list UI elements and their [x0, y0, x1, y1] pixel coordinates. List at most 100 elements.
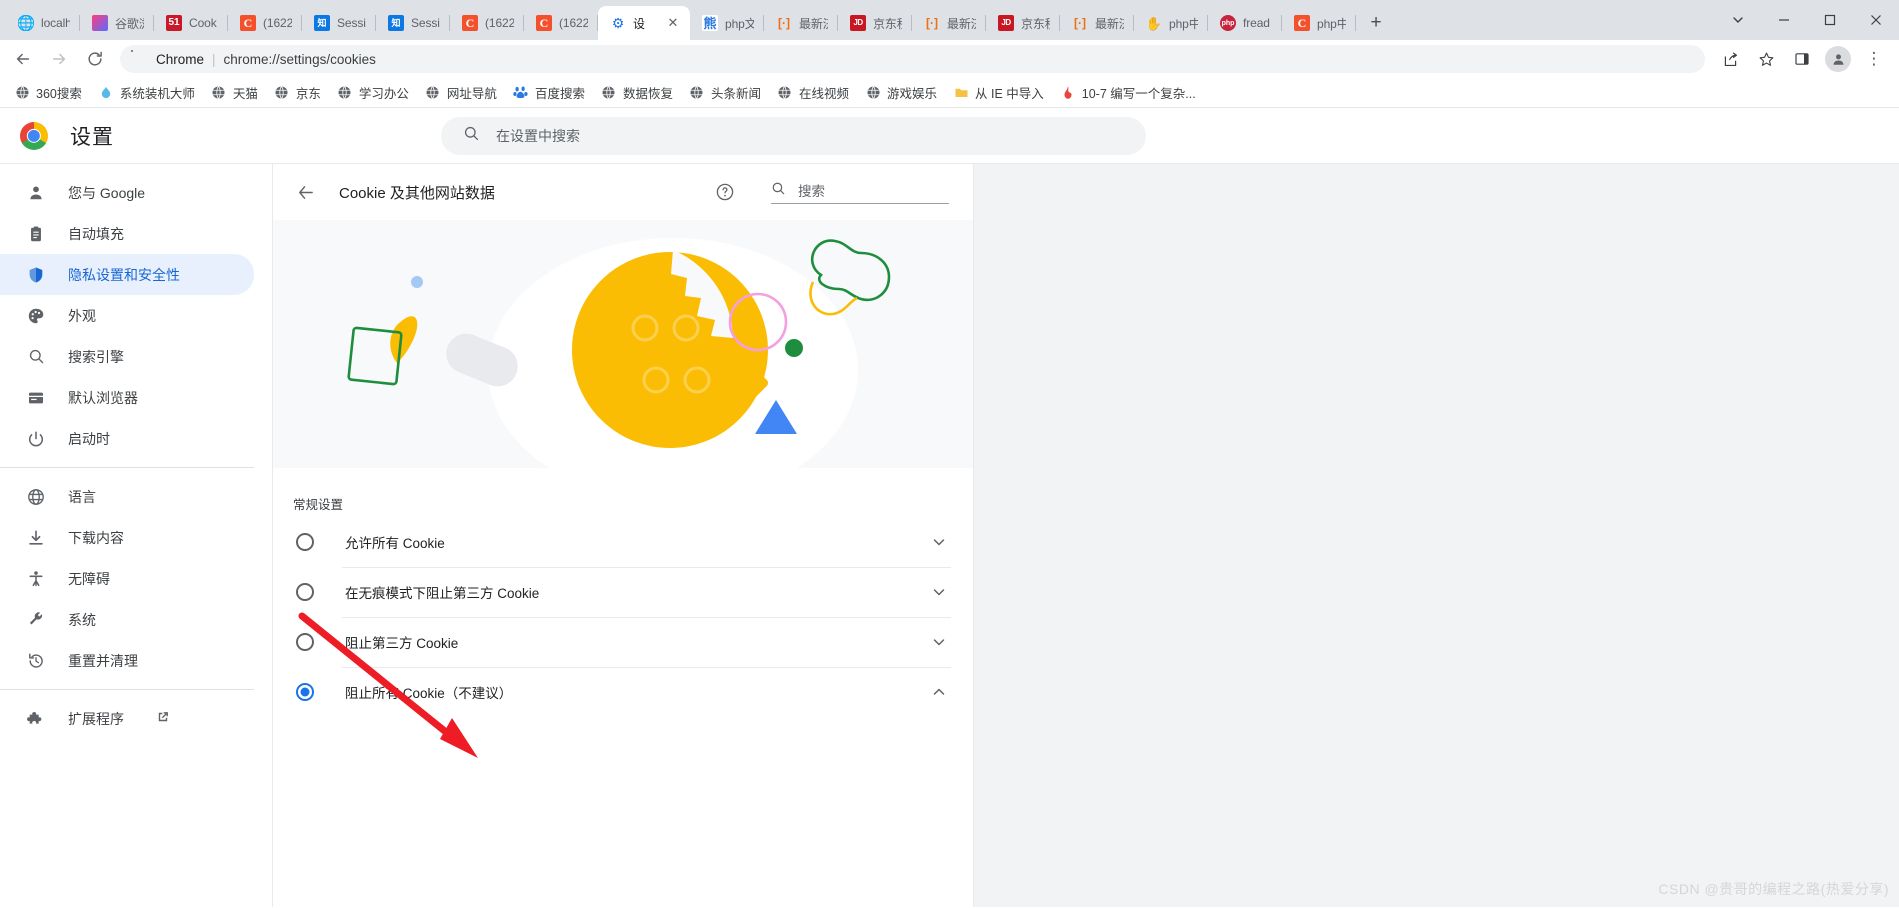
browser-tab[interactable]: ✋ php中	[1134, 6, 1208, 40]
tab-title: 谷歌浏	[115, 16, 144, 31]
sidebar-item[interactable]: 外观	[0, 295, 254, 336]
tab-search-chevron-icon[interactable]	[1715, 0, 1761, 40]
tab-title: fread	[1243, 16, 1270, 30]
cookie-option-label: 阻止第三方 Cookie	[345, 636, 459, 651]
bookmark-item[interactable]: 从 IE 中导入	[945, 81, 1052, 105]
radio-button[interactable]	[296, 583, 314, 601]
bookmark-item[interactable]: 学习办公	[329, 81, 417, 105]
browser-tab[interactable]: C (1622	[228, 6, 302, 40]
share-icon[interactable]	[1713, 44, 1747, 74]
maximize-button[interactable]	[1807, 0, 1853, 40]
browser-tab[interactable]: C (1622	[524, 6, 598, 40]
browser-tab[interactable]: Cphp中	[1282, 6, 1356, 40]
bookmark-label: 系统装机大师	[119, 87, 195, 101]
bookmark-star-icon[interactable]	[1749, 44, 1783, 74]
back-arrow-icon[interactable]	[291, 178, 319, 206]
bookmark-item[interactable]: 头条新闻	[681, 81, 769, 105]
toolbar-right-actions: ⋮	[1713, 44, 1891, 74]
back-button[interactable]	[6, 44, 40, 74]
browser-tab[interactable]: ⚙ 设 ✕	[598, 6, 690, 40]
cookie-option-row[interactable]: 阻止第三方 Cookie	[293, 617, 951, 667]
browser-tab[interactable]: 🌐 localh	[6, 6, 80, 40]
globe-icon	[26, 488, 46, 506]
browser-tab[interactable]: [·] 最新济	[912, 6, 986, 40]
new-tab-button[interactable]: +	[1362, 9, 1390, 37]
minimize-button[interactable]	[1761, 0, 1807, 40]
cookies-search-field[interactable]: 搜索	[771, 180, 949, 204]
sidebar-item[interactable]: 扩展程序	[0, 698, 254, 739]
browser-tab[interactable]: [·] 最新济	[1060, 6, 1134, 40]
browser-toolbar: Chrome | chrome://settings/cookies ⋮	[0, 40, 1899, 78]
sidebar-item[interactable]: 重置并清理	[0, 640, 254, 681]
chevron-down-icon[interactable]	[927, 530, 951, 554]
jd-icon: JD	[850, 15, 866, 31]
radio-button[interactable]	[296, 683, 314, 701]
address-bar[interactable]: Chrome | chrome://settings/cookies	[120, 45, 1705, 73]
browser-tab[interactable]: 熊 php文	[690, 6, 764, 40]
bookmark-item[interactable]: 360搜索	[6, 81, 90, 105]
subpage-title: Cookie 及其他网站数据	[339, 184, 495, 202]
reload-button[interactable]	[78, 44, 112, 74]
side-panel-icon[interactable]	[1785, 44, 1819, 74]
chrome-menu-button[interactable]: ⋮	[1857, 44, 1891, 74]
forward-button[interactable]	[42, 44, 76, 74]
bookmark-item[interactable]: 游戏娱乐	[857, 81, 945, 105]
close-tab-icon[interactable]: ✕	[666, 15, 680, 30]
sidebar-item[interactable]: 搜索引擎	[0, 336, 254, 377]
profile-avatar[interactable]	[1825, 46, 1851, 72]
tab-title: php中	[1317, 16, 1346, 31]
sidebar-item[interactable]: 下载内容	[0, 517, 254, 558]
browser-tab[interactable]: JD 京东秒	[838, 6, 912, 40]
bookmark-item[interactable]: 百度搜索	[505, 81, 593, 105]
radio-button[interactable]	[296, 533, 314, 551]
sidebar-item[interactable]: 系统	[0, 599, 254, 640]
browser-tab[interactable]: 51 Cook	[154, 6, 228, 40]
csdn-icon: C	[1294, 15, 1310, 31]
sidebar-item-label: 扩展程序	[68, 710, 124, 727]
bookmark-label: 百度搜索	[534, 87, 585, 101]
browser-tab[interactable]: JD 京东秒	[986, 6, 1060, 40]
bookmark-item[interactable]: 在线视频	[769, 81, 857, 105]
settings-search-box[interactable]: 在设置中搜索	[441, 116, 1146, 155]
browser-tab[interactable]: C (1622	[450, 6, 524, 40]
search-icon	[26, 348, 46, 365]
chevron-down-icon[interactable]	[927, 630, 951, 654]
browser-tab[interactable]: 谷歌浏	[80, 6, 154, 40]
php-icon: php	[1220, 15, 1236, 31]
sidebar-item[interactable]: 无障碍	[0, 558, 254, 599]
chevron-up-icon[interactable]	[927, 680, 951, 704]
open-in-new-icon[interactable]	[156, 710, 170, 727]
browser-tab[interactable]: 知 Sessi	[376, 6, 450, 40]
bookmark-item[interactable]: 系统装机大师	[90, 81, 203, 105]
sidebar-item[interactable]: 语言	[0, 476, 254, 517]
cookie-option-row[interactable]: 阻止所有 Cookie（不建议）	[293, 667, 951, 717]
omnibox-scheme-label: Chrome	[156, 51, 205, 67]
sidebar-item-label: 隐私设置和安全性	[68, 266, 180, 283]
sidebar-item[interactable]: 隐私设置和安全性	[0, 254, 254, 295]
bookmark-item[interactable]: 天猫	[203, 81, 266, 105]
browser-tab[interactable]: php fread	[1208, 6, 1282, 40]
tab-title: 最新济	[947, 16, 976, 31]
settings-brand[interactable]: 设置	[0, 121, 441, 151]
bookmark-item[interactable]: 网址导航	[417, 81, 505, 105]
radio-button[interactable]	[296, 633, 314, 651]
csdn-icon: C	[462, 15, 478, 31]
search-icon	[463, 125, 480, 147]
globe-icon	[777, 85, 793, 101]
cookie-option-row[interactable]: 在无痕模式下阻止第三方 Cookie	[293, 567, 951, 617]
bookmark-item[interactable]: 数据恢复	[593, 81, 681, 105]
sidebar-item[interactable]: 您与 Google	[0, 172, 254, 213]
sidebar-item-label: 启动时	[68, 430, 110, 447]
bookmark-item[interactable]: 10-7 编写一个复杂...	[1052, 81, 1204, 105]
browser-tab[interactable]: [·] 最新济	[764, 6, 838, 40]
sidebar-item[interactable]: 启动时	[0, 418, 254, 459]
chevron-down-icon[interactable]	[927, 580, 951, 604]
help-circle-icon[interactable]	[713, 180, 737, 204]
cookie-option-row[interactable]: 允许所有 Cookie	[293, 517, 951, 567]
browser-tab[interactable]: 知 Sessi	[302, 6, 376, 40]
close-window-button[interactable]	[1853, 0, 1899, 40]
sidebar-item[interactable]: 默认浏览器	[0, 377, 254, 418]
omnibox-url[interactable]: chrome://settings/cookies	[224, 52, 376, 67]
sidebar-item[interactable]: 自动填充	[0, 213, 254, 254]
bookmark-item[interactable]: 京东	[266, 81, 329, 105]
